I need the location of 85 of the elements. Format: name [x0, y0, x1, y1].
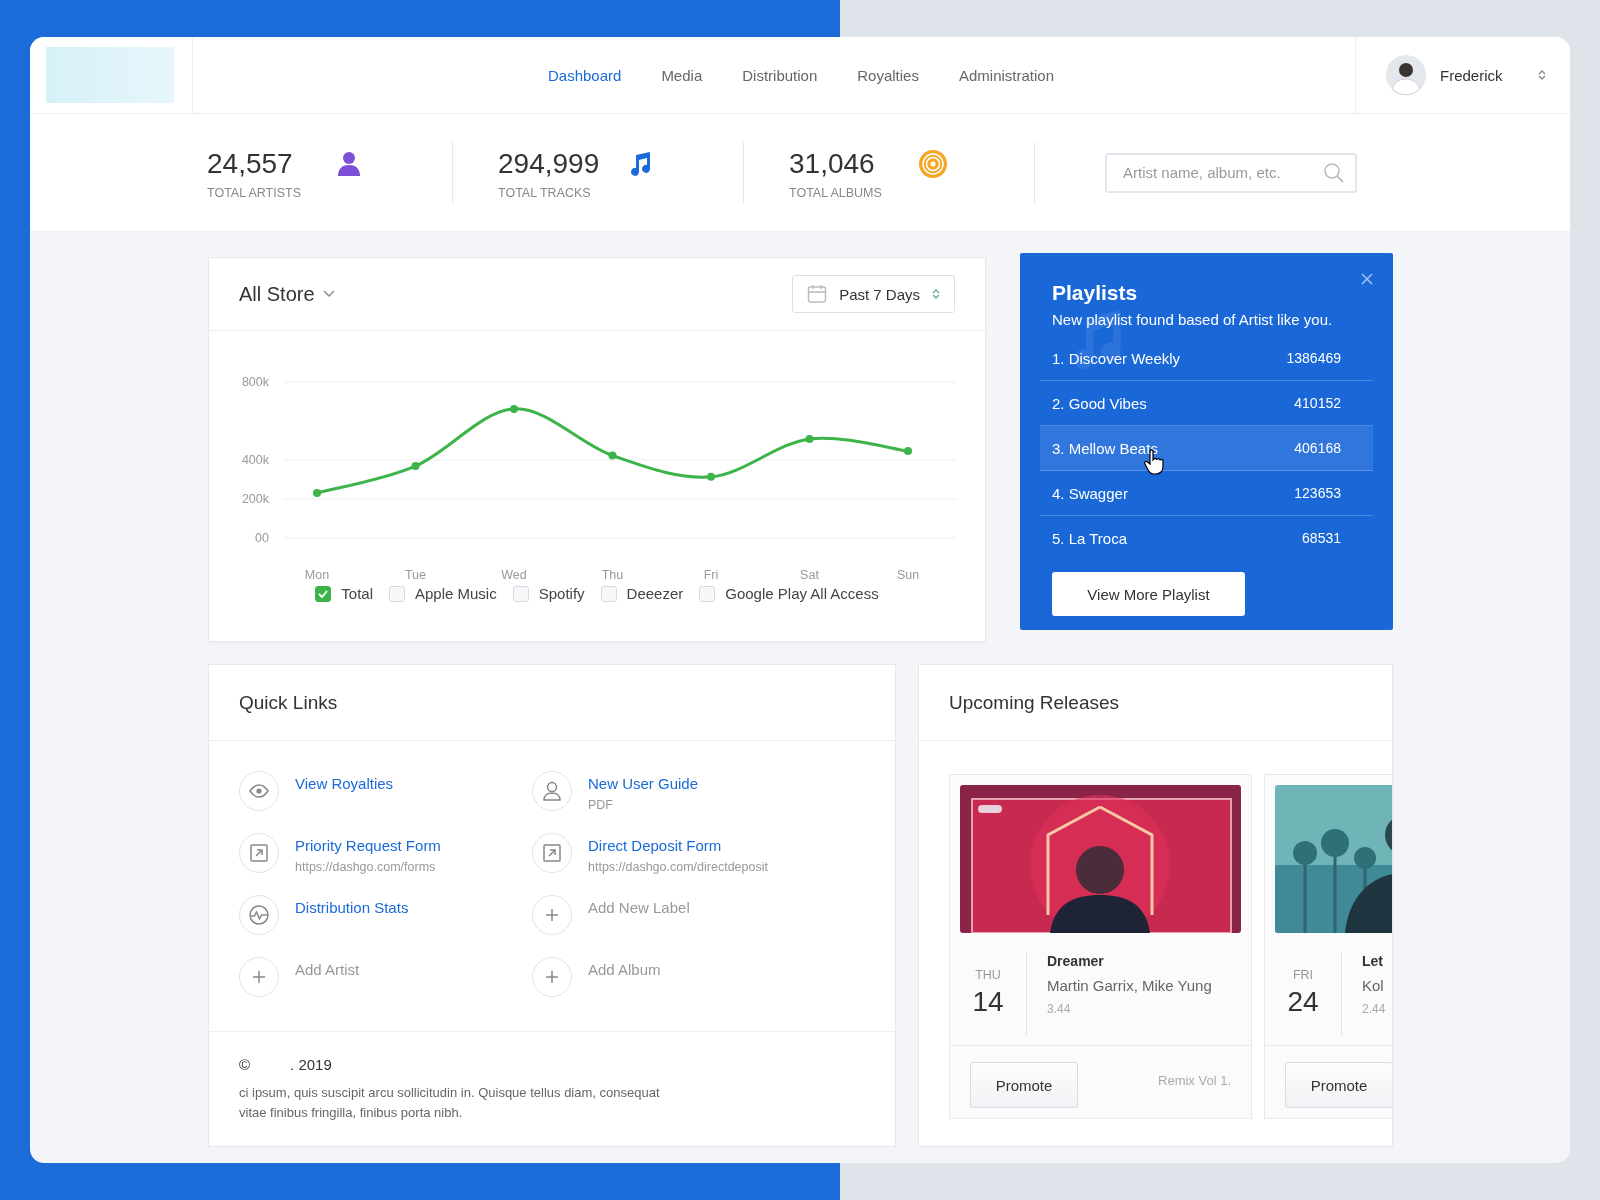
release-artists: Kol: [1362, 977, 1385, 994]
link-caption: https://dashgo.com/forms: [295, 860, 436, 874]
music-note-icon: [628, 150, 652, 177]
data-point: [805, 434, 814, 443]
data-point: [608, 451, 617, 460]
data-point: [510, 404, 518, 413]
card-title: Playlists: [1051, 281, 1139, 305]
card-title: Quick Links: [239, 691, 338, 714]
promote-button[interactable]: Promote: [970, 1062, 1078, 1108]
link-caption: https://dashgo.com/directdeposit: [588, 860, 768, 874]
axis-tick-label: 800k: [241, 375, 269, 389]
release-note: Remix Vol 1.: [1158, 1072, 1231, 1088]
playlist-item[interactable]: 5. La Troca 68531: [1040, 516, 1373, 560]
stat-label: TOTAL TRACKS: [498, 185, 592, 200]
quick-link[interactable]: Add New Label: [588, 899, 690, 916]
data-point: [707, 472, 715, 481]
nav-tab[interactable]: Distribution: [742, 66, 818, 84]
quick-link[interactable]: Add Artist: [295, 961, 360, 978]
axis-category-label: Mon: [304, 568, 330, 582]
legend-label: Google Play All Access: [725, 585, 879, 602]
copyright-symbol: ©: [239, 1056, 251, 1073]
legend-label: Apple Music: [415, 585, 497, 602]
stat-label: TOTAL ALBUMS: [789, 185, 883, 200]
nav-tab[interactable]: Royalties: [857, 66, 919, 84]
data-point: [411, 462, 420, 471]
stat-value: 31,046: [789, 147, 876, 180]
release-duration: 3.44: [1047, 1002, 1072, 1016]
card-title: Upcoming Releases: [949, 691, 1120, 714]
release-artists: Martin Garrix, Mike Yung: [1047, 977, 1212, 994]
stat-value: 24,557: [207, 147, 294, 180]
legend-label: Deeezer: [626, 585, 684, 602]
stat-value: 294,999: [498, 147, 601, 180]
nav-tab[interactable]: Dashboard: [548, 66, 622, 84]
sort-caret-icon: [932, 288, 940, 300]
user-name: Frederick: [1440, 66, 1504, 84]
promote-button[interactable]: Promote: [1285, 1062, 1392, 1108]
release-day: THU: [975, 968, 1001, 982]
card-subtitle: New playlist found based of Artist like you.: [1051, 311, 1334, 328]
release-day: FRI: [1292, 968, 1314, 982]
axis-tick-label: 200k: [241, 492, 269, 506]
playlist-item[interactable]: 3. Mellow Beats 406168: [1040, 426, 1373, 471]
axis-category-label: Thu: [601, 568, 624, 582]
store-title: All Store: [239, 282, 315, 306]
quick-link[interactable]: New User Guide: [588, 775, 699, 792]
copyright-year: . 2019: [290, 1056, 332, 1073]
avatar-icon[interactable]: [1386, 55, 1426, 95]
checkbox[interactable]: [315, 585, 332, 602]
person-icon: [337, 150, 361, 177]
data-point: [904, 447, 912, 456]
date-range-button[interactable]: Past 7 Days: [792, 275, 955, 313]
axis-category-label: Fri: [703, 568, 719, 582]
playlist-item[interactable]: 1. Discover Weekly 1386469: [1040, 336, 1373, 381]
chevron-down-icon[interactable]: [322, 290, 335, 298]
nav-tab[interactable]: Media: [661, 66, 703, 84]
quick-link[interactable]: View Royalties: [295, 775, 394, 792]
nav-tab[interactable]: Administration: [958, 66, 1054, 84]
search-field[interactable]: Artist name, album, etc.: [1105, 152, 1357, 193]
stat-label: TOTAL ARTISTS: [207, 185, 302, 200]
view-more-button[interactable]: View More Playlist: [1052, 572, 1245, 616]
axis-category-label: Wed: [501, 568, 527, 582]
sort-caret-icon[interactable]: [1538, 69, 1546, 81]
calendar-icon: [807, 284, 828, 304]
check-icon: [318, 589, 329, 598]
data-point: [313, 488, 321, 497]
release-date: 24: [1287, 986, 1319, 1018]
axis-category-label: Sat: [800, 568, 819, 582]
quick-link[interactable]: Distribution Stats: [295, 899, 409, 916]
quick-link[interactable]: Add Album: [588, 961, 661, 978]
footer-text: ci ipsum, quis suscipit arcu sollicitudin in. Quisque tellus diam, consequat vitae finibus fringilla, finibus porta nibh.: [239, 1084, 661, 1122]
search-icon[interactable]: [1323, 161, 1345, 184]
release-title: Let: [1362, 953, 1384, 969]
playlist-item[interactable]: 2. Good Vibes 410152: [1040, 381, 1373, 426]
legend-label: Spotify: [538, 585, 585, 602]
legend-label: Total: [341, 585, 373, 602]
axis-tick-label: 00: [255, 531, 269, 545]
release-date: 14: [972, 986, 1004, 1018]
axis-tick-label: 400k: [241, 453, 269, 467]
vinyl-disc-icon: [919, 149, 947, 178]
axis-category-label: Sun: [896, 568, 920, 582]
quick-link[interactable]: Direct Deposit Form: [588, 837, 722, 854]
link-caption: PDF: [588, 798, 613, 812]
release-title: Dreamer: [1047, 953, 1105, 969]
axis-category-label: Tue: [404, 568, 427, 582]
release-duration: 2.44: [1362, 1002, 1386, 1016]
quick-link[interactable]: Priority Request Form: [295, 837, 441, 854]
